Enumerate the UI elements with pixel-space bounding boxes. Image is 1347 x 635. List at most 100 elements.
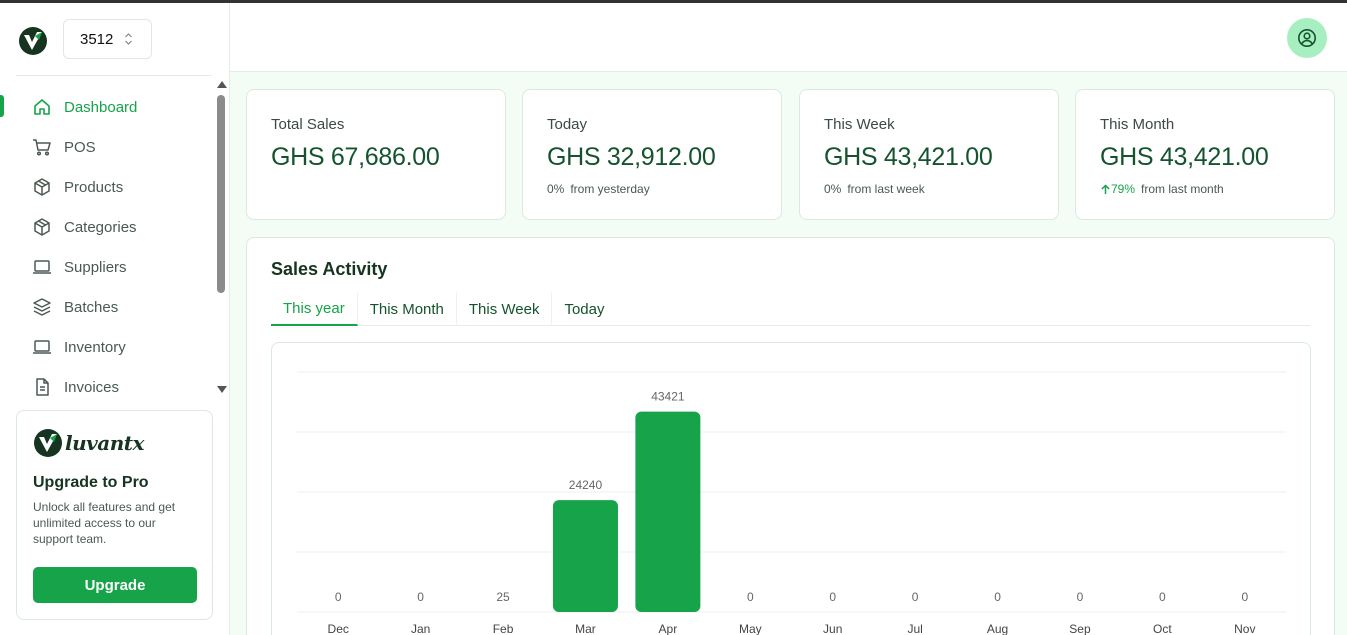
promo-title: Upgrade to Pro bbox=[33, 474, 149, 491]
brand-logo[interactable] bbox=[18, 26, 48, 56]
chart-data-label: 24240 bbox=[569, 478, 603, 492]
chart-data-label: 0 bbox=[912, 590, 919, 604]
chart-data-label: 0 bbox=[994, 590, 1001, 604]
chart-bar-mar[interactable] bbox=[552, 500, 618, 612]
user-avatar-button[interactable] bbox=[1287, 18, 1327, 58]
chart-data-label: 0 bbox=[829, 590, 836, 604]
chart-x-tick-label: Jun bbox=[823, 622, 842, 635]
stat-value: GHS 32,912.00 bbox=[547, 143, 716, 171]
sidebar-item-label: POS bbox=[64, 138, 96, 156]
sidebar-nav: Dashboard POS Products Categories Suppli… bbox=[0, 87, 214, 405]
sidebar-item-label: Suppliers bbox=[64, 258, 127, 276]
chart-x-tick-label: Jul bbox=[907, 622, 922, 635]
stat-change-percent: 0% bbox=[824, 182, 842, 196]
box-icon bbox=[32, 177, 52, 197]
promo-brand-logo: luvantx bbox=[33, 427, 196, 459]
stat-value: GHS 43,421.00 bbox=[1100, 143, 1269, 171]
scroll-up-arrow-icon[interactable] bbox=[217, 81, 227, 88]
sidebar-item-batches[interactable]: Batches bbox=[0, 287, 214, 327]
chart-x-tick-label: Oct bbox=[1153, 622, 1172, 635]
bar-chart-svg: 0 Dec 0 Jan 25 Feb 24240 Mar 43421 Apr 0 May 0 Jun 0 Ju… bbox=[297, 371, 1286, 635]
window-top-border bbox=[0, 0, 1347, 3]
sidebar-item-label: Dashboard bbox=[64, 98, 138, 116]
stat-change-text: from last week bbox=[847, 182, 925, 196]
scroll-down-arrow-icon[interactable] bbox=[217, 386, 227, 393]
stat-change-percent: 79% bbox=[1111, 182, 1136, 196]
chart-x-tick-label: May bbox=[739, 622, 762, 635]
tab-today[interactable]: Today bbox=[552, 292, 616, 326]
scrollbar-thumb[interactable] bbox=[217, 95, 225, 293]
brand-wordmark: luvantx bbox=[65, 431, 144, 455]
chart-data-label: 0 bbox=[417, 590, 424, 604]
stat-value: GHS 67,686.00 bbox=[271, 143, 440, 171]
sales-chart: 0 Dec 0 Jan 25 Feb 24240 Mar 43421 Apr 0 May 0 Jun 0 Ju… bbox=[271, 342, 1311, 635]
upgrade-promo-card: luvantx Upgrade to Pro Unlock all featur… bbox=[16, 410, 213, 620]
stat-label: Total Sales bbox=[271, 116, 345, 133]
sidebar-item-categories[interactable]: Categories bbox=[0, 207, 214, 247]
upgrade-button[interactable]: Upgrade bbox=[33, 567, 197, 603]
promo-text: Unlock all features and get unlimited ac… bbox=[33, 500, 176, 546]
user-circle-icon bbox=[1298, 29, 1316, 47]
stat-change-percent: 0% bbox=[547, 182, 565, 196]
sidebar-item-label: Categories bbox=[64, 218, 137, 236]
chart-x-tick-label: Sep bbox=[1069, 622, 1091, 635]
tab-this-year[interactable]: This year bbox=[271, 292, 358, 326]
chart-data-label: 0 bbox=[747, 590, 754, 604]
chart-data-label: 0 bbox=[1077, 590, 1084, 604]
chart-x-tick-label: Mar bbox=[575, 622, 596, 635]
brand-mark-icon bbox=[34, 429, 62, 457]
chart-bar-apr[interactable] bbox=[635, 411, 701, 612]
chevron-up-down-icon bbox=[125, 33, 132, 45]
sidebar-item-dashboard[interactable]: Dashboard bbox=[0, 87, 214, 127]
cart-icon bbox=[32, 137, 52, 157]
period-tabs: This year This Month This Week Today bbox=[271, 292, 1310, 326]
sidebar-item-suppliers[interactable]: Suppliers bbox=[0, 247, 214, 287]
stat-card-this-week: This Week GHS 43,421.00 0% from last wee… bbox=[799, 89, 1059, 220]
sidebar-item-label: Invoices bbox=[64, 378, 120, 396]
tab-this-week[interactable]: This Week bbox=[457, 292, 553, 326]
tab-this-month[interactable]: This Month bbox=[358, 292, 457, 326]
sidebar-item-label: Batches bbox=[64, 298, 119, 316]
laptop-icon bbox=[32, 257, 52, 277]
stat-change-text: from yesterday bbox=[570, 182, 650, 196]
sales-activity-panel: Sales Activity This year This Month This… bbox=[246, 237, 1335, 635]
stat-change-text: from last month bbox=[1141, 182, 1224, 196]
stat-change: 0% from last week bbox=[824, 182, 1034, 196]
chart-x-tick-label: Aug bbox=[987, 622, 1008, 635]
home-icon bbox=[32, 97, 52, 117]
chart-x-tick-label: Jan bbox=[411, 622, 430, 635]
chart-x-tick-label: Feb bbox=[493, 622, 514, 635]
stat-change-percent-wrap: 79% bbox=[1100, 182, 1135, 196]
sidebar-divider bbox=[16, 75, 212, 76]
sidebar-scrollbar[interactable] bbox=[215, 79, 227, 397]
sidebar: 3512 Dashboard POS Products Categories S… bbox=[0, 3, 230, 635]
stat-label: This Week bbox=[824, 116, 895, 133]
stat-change: 0% from yesterday bbox=[547, 182, 757, 196]
store-selector[interactable]: 3512 bbox=[63, 19, 152, 59]
arrow-up-icon bbox=[1101, 183, 1110, 194]
chart-data-label: 0 bbox=[1159, 590, 1166, 604]
chart-data-label: 25 bbox=[496, 590, 510, 604]
sidebar-item-inventory[interactable]: Inventory bbox=[0, 327, 214, 367]
sidebar-item-invoices[interactable]: Invoices bbox=[0, 367, 214, 405]
section-title: Sales Activity bbox=[271, 259, 388, 279]
laptop-icon bbox=[32, 337, 52, 357]
top-header bbox=[230, 3, 1347, 72]
chart-data-label: 43421 bbox=[651, 390, 685, 404]
stat-label: This Month bbox=[1100, 116, 1175, 133]
stat-card-today: Today GHS 32,912.00 0% from yesterday bbox=[522, 89, 782, 220]
document-icon bbox=[32, 377, 52, 397]
stat-value: GHS 43,421.00 bbox=[824, 143, 993, 171]
sidebar-item-products[interactable]: Products bbox=[0, 167, 214, 207]
chart-x-tick-label: Dec bbox=[328, 622, 349, 635]
stat-change: 79% from last month bbox=[1100, 182, 1310, 196]
stat-label: Today bbox=[547, 116, 588, 133]
sidebar-item-pos[interactable]: POS bbox=[0, 127, 214, 167]
box-icon bbox=[32, 217, 52, 237]
stat-card-this-month: This Month GHS 43,421.00 79% from last m… bbox=[1075, 89, 1335, 220]
chart-data-label: 0 bbox=[1241, 590, 1248, 604]
layers-icon bbox=[32, 297, 52, 317]
sidebar-item-label: Inventory bbox=[64, 338, 126, 356]
chart-x-tick-label: Apr bbox=[659, 622, 678, 635]
chart-x-tick-label: Nov bbox=[1234, 622, 1255, 635]
